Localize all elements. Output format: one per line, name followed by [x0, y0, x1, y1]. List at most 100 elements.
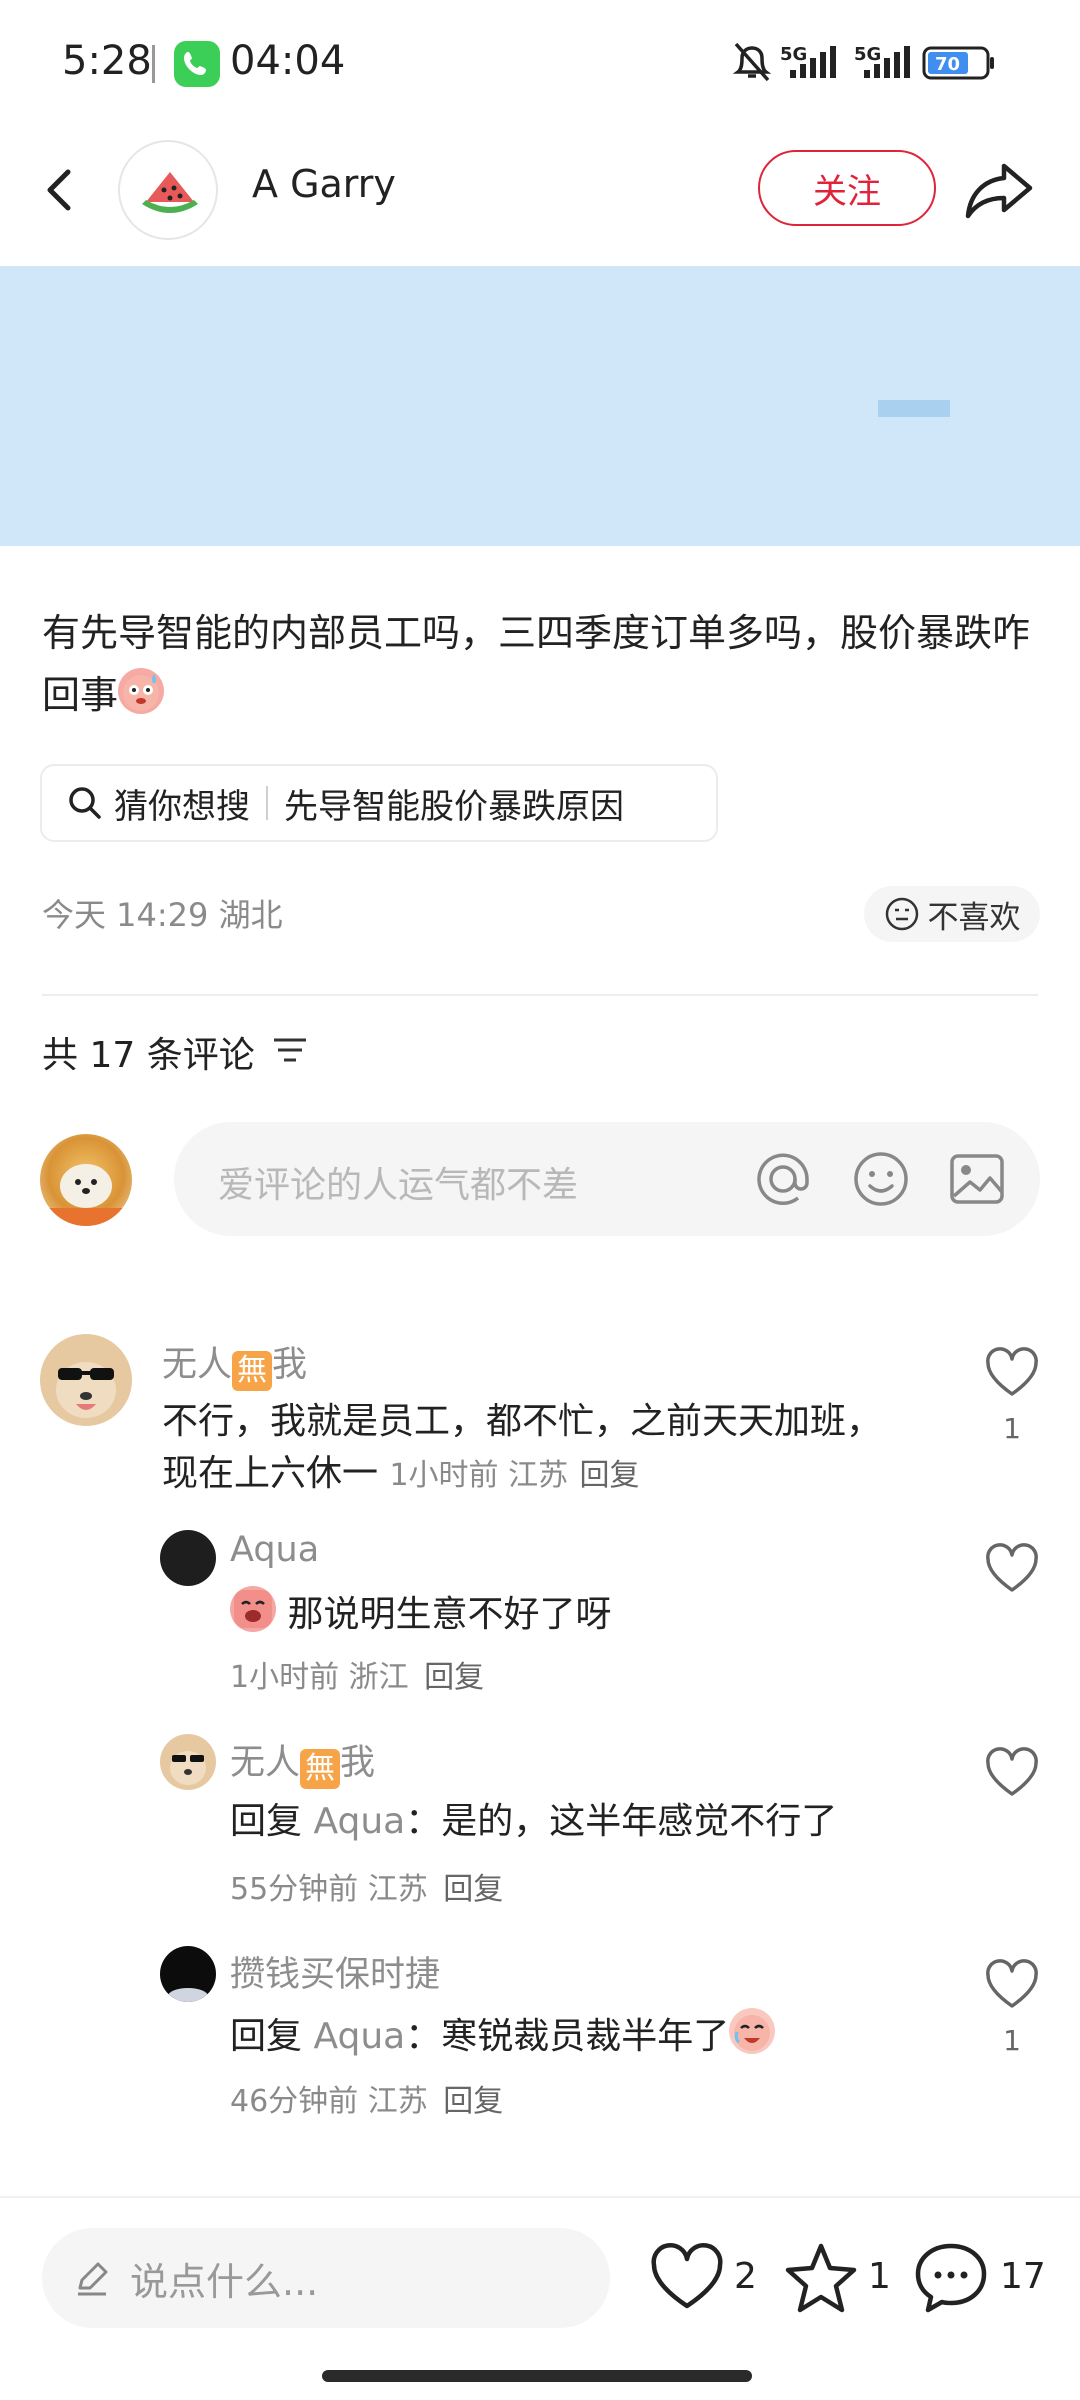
crying-face-icon — [230, 1586, 276, 1632]
status-separator — [152, 45, 155, 83]
mention-icon[interactable] — [752, 1148, 814, 1210]
status-time: 5:28 — [62, 38, 152, 84]
reply-meta: 55分钟前 江苏 — [230, 1872, 428, 1907]
call-duration: 04:04 — [230, 38, 346, 84]
status-icons: 5G 5G 70 — [730, 38, 1010, 88]
comment-total-count: 17 — [1000, 2256, 1046, 2297]
like-button[interactable] — [982, 1344, 1042, 1404]
emoji-icon[interactable] — [850, 1148, 912, 1210]
collect-button[interactable] — [782, 2240, 860, 2314]
pencil-icon — [78, 2262, 108, 2296]
reply-body: 回复 Aqua：寒锐裁员裁半年了 — [230, 2008, 930, 2063]
reply-button[interactable]: 回复 — [580, 1458, 640, 1493]
neutral-face-icon — [885, 897, 918, 931]
reply-meta: 46分钟前 江苏 — [230, 2084, 428, 2119]
dislike-button[interactable]: 不喜欢 — [864, 886, 1040, 942]
reply-prefix: 回复 — [230, 1801, 303, 1842]
reply-button[interactable]: 回复 — [424, 1660, 484, 1695]
back-button[interactable] — [28, 150, 98, 230]
reply-author[interactable]: Aqua — [230, 1530, 319, 1570]
divider — [42, 994, 1038, 996]
svg-text:70: 70 — [935, 54, 960, 75]
comment-input-placeholder: 爱评论的人运气都不差 — [218, 1165, 579, 1206]
battery-icon: 70 — [922, 46, 994, 80]
comment-meta: 1小时前 江苏 — [389, 1458, 569, 1493]
guess-search-box[interactable]: 猜你想搜 先导智能股价暴跌原因 — [40, 764, 718, 842]
reply-meta-line: 55分钟前 江苏 回复 — [230, 1864, 503, 1908]
name-tag-icon: 無 — [232, 1351, 273, 1391]
share-icon — [965, 163, 1033, 219]
like-button[interactable] — [982, 1744, 1042, 1804]
reply-to-user[interactable]: Aqua — [313, 2016, 405, 2057]
like-count: 1 — [1003, 1412, 1021, 1445]
comment-avatar[interactable] — [40, 1334, 132, 1426]
author-avatar[interactable] — [118, 140, 218, 240]
reply-meta-line: 1小时前 浙江 回复 — [230, 1652, 484, 1696]
post-text: 有先导智能的内部员工吗，三四季度订单多吗，股价暴跌咋回事 — [42, 611, 1031, 717]
author-name[interactable]: A Garry — [252, 162, 396, 206]
share-button[interactable] — [962, 154, 1038, 224]
reply-body: 那说明生意不好了呀 — [230, 1586, 880, 1641]
reply-meta-line: 46分钟前 江苏 回复 — [230, 2076, 503, 2120]
reply-author[interactable]: 无人無我 — [230, 1734, 375, 1789]
search-icon — [69, 787, 101, 819]
reply-to-user[interactable]: Aqua — [313, 1801, 405, 1842]
network-5g-label-1: 5G — [780, 44, 807, 65]
home-indicator[interactable] — [322, 2370, 752, 2382]
post-body: 有先导智能的内部员工吗，三四季度订单多吗，股价暴跌咋回事 — [42, 602, 1042, 726]
chevron-left-icon — [47, 169, 71, 211]
mute-vibrate-icon — [732, 42, 772, 82]
comment-count-label: 共 17 条评论 — [42, 1035, 255, 1076]
tearful-face-icon — [729, 2008, 776, 2054]
collect-count: 1 — [868, 2256, 891, 2297]
reply-avatar[interactable] — [160, 1734, 216, 1790]
status-bar: 5:28 04:04 5G 5G 70 — [0, 0, 1080, 130]
my-avatar[interactable] — [40, 1134, 132, 1226]
comment-author-suffix: 我 — [272, 1345, 308, 1385]
reply-avatar[interactable] — [160, 1946, 216, 2002]
follow-button[interactable]: 关注 — [758, 150, 936, 226]
reply-button[interactable]: 回复 — [443, 1872, 503, 1907]
comment-author[interactable]: 无人無我 — [162, 1336, 307, 1391]
phone-call-icon[interactable] — [174, 41, 220, 87]
reply-body: 回复 Aqua：是的，这半年感觉不行了 — [230, 1796, 930, 1848]
reply-author[interactable]: 攒钱买保时捷 — [230, 1946, 440, 1997]
like-button[interactable] — [982, 1540, 1042, 1600]
star-icon — [785, 2243, 857, 2313]
dislike-label: 不喜欢 — [927, 899, 1021, 936]
comment-author-prefix: 无人 — [162, 1345, 233, 1385]
reply-avatar[interactable] — [160, 1530, 216, 1586]
like-post-count: 2 — [734, 2256, 757, 2297]
reply-text: ：寒锐裁员裁半年了 — [405, 2016, 730, 2057]
guess-query[interactable]: 先导智能股价暴跌原因 — [284, 779, 624, 828]
sort-icon[interactable] — [270, 1034, 310, 1066]
reply-prefix: 回复 — [230, 2016, 303, 2057]
reply-text: 那说明生意不好了呀 — [287, 1594, 612, 1635]
image-icon[interactable] — [946, 1148, 1008, 1210]
bottom-divider — [0, 2196, 1080, 2198]
guess-separator — [266, 786, 268, 820]
network-5g-label-2: 5G — [854, 44, 881, 65]
reply-author-suffix: 我 — [340, 1743, 376, 1783]
heart-icon — [986, 1347, 1038, 1396]
comment-button[interactable] — [912, 2240, 990, 2314]
heart-icon — [986, 1747, 1038, 1796]
say-something-input[interactable]: 说点什么... — [42, 2228, 610, 2328]
watermelon-icon — [142, 172, 198, 213]
banner-indicator — [878, 400, 950, 417]
reply-text: ：是的，这半年感觉不行了 — [405, 1801, 838, 1842]
heart-icon — [986, 1543, 1038, 1592]
reply-author-prefix: 无人 — [230, 1743, 301, 1783]
comment-bubble-icon — [915, 2243, 987, 2313]
guess-label: 猜你想搜 — [114, 786, 250, 827]
like-post-button[interactable] — [648, 2242, 726, 2316]
post-meta: 今天 14:29 湖北 — [42, 896, 283, 934]
say-placeholder: 说点什么... — [130, 2259, 319, 2304]
like-button[interactable] — [982, 1956, 1042, 2016]
reply-meta: 1小时前 浙江 — [230, 1660, 409, 1695]
sweating-face-icon — [118, 668, 165, 714]
reply-button[interactable]: 回复 — [443, 2084, 503, 2119]
heart-icon — [986, 1959, 1038, 2008]
heart-icon — [651, 2242, 723, 2309]
like-count: 1 — [1003, 2024, 1021, 2057]
